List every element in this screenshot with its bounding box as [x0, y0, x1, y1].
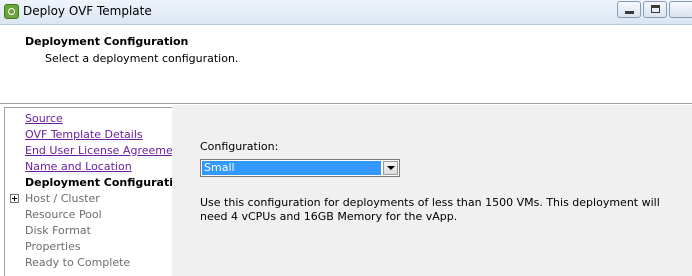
chevron-down-icon	[387, 166, 395, 170]
expand-icon[interactable]	[10, 194, 19, 203]
wizard-header: Deployment Configuration Select a deploy…	[0, 25, 692, 103]
nav-item-source[interactable]: Source	[25, 111, 63, 127]
app-icon	[4, 4, 19, 19]
window-title: Deploy OVF Template	[23, 4, 152, 18]
nav-item-ready-to-complete: Ready to Complete	[25, 256, 131, 269]
page-title: Deployment Configuration	[25, 35, 189, 48]
configuration-label: Configuration:	[200, 140, 279, 153]
wizard-steps-nav: Source OVF Template Details End User Lic…	[4, 107, 172, 276]
nav-item-name-location[interactable]: Name and Location	[25, 159, 132, 175]
nav-item-disk-format: Disk Format	[25, 224, 91, 237]
minimize-icon	[625, 11, 634, 14]
nav-item-deployment-configuration: Deployment Configuration	[25, 176, 172, 189]
configuration-description: Use this configuration for deployments o…	[200, 196, 660, 223]
nav-item-eula[interactable]: End User License Agreement	[25, 143, 172, 159]
nav-item-host-cluster: Host / Cluster	[25, 192, 100, 205]
nav-item-resource-pool: Resource Pool	[25, 208, 102, 221]
maximize-icon	[651, 5, 660, 13]
nav-item-properties: Properties	[25, 240, 81, 253]
configuration-selected-value: Small	[202, 161, 381, 175]
maximize-button[interactable]	[643, 1, 667, 18]
page-subtitle: Select a deployment configuration.	[45, 52, 239, 65]
configuration-select[interactable]: Small	[200, 159, 400, 177]
nav-item-ovf-template-details[interactable]: OVF Template Details	[25, 127, 143, 143]
title-bar: Deploy OVF Template	[0, 0, 692, 25]
dropdown-button[interactable]	[383, 161, 398, 175]
minimize-button[interactable]	[617, 1, 641, 18]
close-button[interactable]	[669, 1, 692, 18]
content-panel: Configuration: Small Use this configurat…	[172, 105, 692, 276]
